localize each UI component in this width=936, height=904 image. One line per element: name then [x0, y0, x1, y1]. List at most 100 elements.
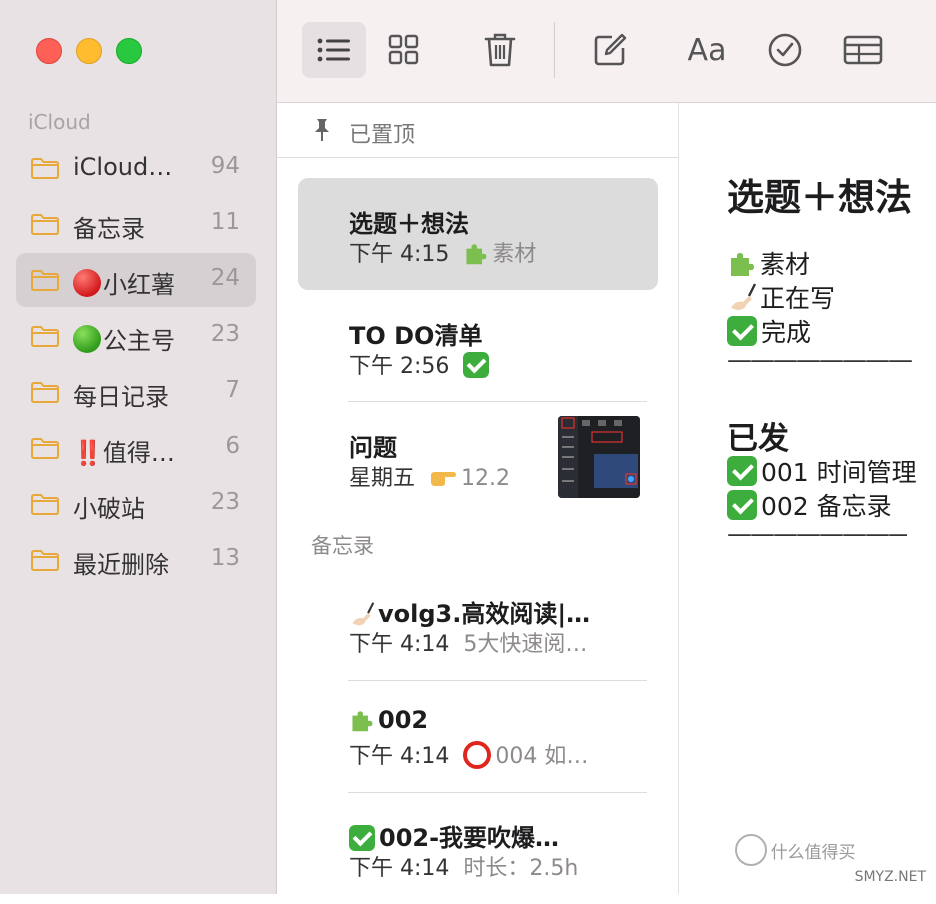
sidebar-folder-bilibili[interactable]: 小破站 23	[16, 477, 256, 531]
note-line: 完成	[727, 313, 811, 349]
note-preview: 5大快速阅…	[463, 632, 588, 657]
note-line-text: 001 时间管理	[761, 458, 917, 487]
minimize-window-button[interactable]	[76, 38, 102, 64]
note-title-text: 002	[378, 706, 429, 734]
sidebar-folder-count: 23	[210, 321, 240, 347]
note-time: 下午 4:15	[349, 242, 450, 267]
note-meta: 下午 4:14 004 如…	[349, 738, 588, 770]
trash-icon	[484, 33, 516, 67]
puzzle-icon	[466, 244, 487, 265]
checklist-button[interactable]	[753, 22, 817, 78]
note-title: 问题	[349, 434, 397, 462]
compose-icon	[594, 33, 627, 66]
sidebar-folder-name: 最近删除	[73, 551, 169, 579]
folder-icon	[31, 214, 59, 235]
folder-icon	[31, 438, 59, 459]
sidebar-folder-name: 公主号	[103, 327, 175, 355]
writing-hand-icon	[731, 283, 757, 310]
note-line: 素材	[727, 245, 810, 281]
check-mark-icon	[727, 490, 757, 520]
note-time: 下午 4:14	[349, 856, 450, 881]
zoom-window-button[interactable]	[116, 38, 142, 64]
delete-button[interactable]	[468, 22, 532, 78]
sidebar-folder-name: 每日记录	[73, 383, 169, 411]
toolbar-separator	[554, 22, 555, 78]
pinned-header: 已置顶	[277, 103, 678, 158]
sidebar-folder-icloud[interactable]: iCloud… 94	[16, 141, 256, 195]
sidebar-folder-name: iCloud…	[73, 153, 173, 181]
note-meta: 下午 4:14 时长：2.5h	[349, 850, 578, 882]
note-line: 001 时间管理	[727, 453, 917, 489]
note-rule: ————————	[727, 345, 913, 374]
check-mark-icon	[727, 456, 757, 486]
note-preview: 004 如…	[463, 741, 589, 769]
note-thumbnail	[558, 416, 640, 498]
note-line: 002 备忘录	[727, 487, 892, 523]
gallery-view-icon	[388, 34, 419, 65]
note-title: 002	[349, 706, 428, 734]
note-heading: 选题＋想法	[727, 176, 912, 219]
note-line-text: 002 备忘录	[761, 492, 892, 521]
note-item[interactable]: 002 下午 4:14 004 如…	[298, 680, 658, 792]
check-mark-icon	[349, 825, 375, 851]
table-icon	[843, 35, 883, 65]
sidebar-folder-daily[interactable]: 每日记录 7	[16, 365, 256, 419]
note-preview-text: 004 如…	[495, 744, 589, 769]
sidebar-folder-name: 备忘录	[73, 215, 145, 243]
note-time: 星期五	[349, 466, 416, 491]
note-time: 下午 4:14	[349, 744, 450, 769]
note-meta: 下午 2:56	[349, 348, 493, 380]
note-meta: 下午 4:15 素材	[349, 236, 536, 268]
sidebar-folder-name-wrap: ‼️值得…	[73, 433, 175, 468]
watermark-text: 什么值得买	[770, 843, 856, 863]
folder-icon	[31, 326, 59, 347]
note-preview	[463, 352, 493, 379]
note-title: 选题＋想法	[349, 210, 469, 238]
folder-icon	[31, 158, 59, 179]
sidebar-folder-gongzhuhao[interactable]: 公主号 23	[16, 309, 256, 363]
note-list: 已置顶 选题＋想法 下午 4:15 素材 TO DO清单 下午 2:56 问题 星…	[277, 103, 679, 894]
note-editor[interactable]: 选题＋想法 素材 正在写 完成 ———————— 已发 001 时间管理 002…	[679, 103, 936, 894]
puzzle-icon	[352, 711, 373, 732]
gallery-view-button[interactable]	[372, 22, 436, 78]
format-text-button[interactable]: Aa	[675, 22, 739, 78]
note-rule: ————————	[727, 519, 907, 548]
note-line-text: 完成	[761, 318, 812, 347]
note-item[interactable]: volg3.高效阅读|… 下午 4:14 5大快速阅…	[298, 568, 658, 680]
note-title-text: volg3.高效阅读|…	[378, 600, 591, 628]
folder-icon	[31, 270, 59, 291]
note-title-text: 002-我要吹爆…	[379, 824, 560, 852]
note-item-selected[interactable]: 选题＋想法 下午 4:15 素材	[298, 178, 658, 290]
red-circle-icon	[73, 269, 101, 297]
note-meta: 下午 4:14 5大快速阅…	[349, 626, 587, 658]
sidebar-folder-xiaohongshu[interactable]: 小红薯 24	[16, 253, 256, 307]
sidebar-folder-recently-deleted[interactable]: 最近删除 13	[16, 533, 256, 587]
note-time: 下午 4:14	[349, 632, 450, 657]
sidebar-folder-count: 7	[225, 377, 240, 403]
check-mark-icon	[463, 352, 490, 378]
check-mark-icon	[727, 316, 757, 346]
sidebar-folder-name: 值得…	[102, 439, 175, 467]
note-preview: 素材	[463, 242, 536, 267]
sidebar-folder-name: 小红薯	[103, 271, 175, 299]
pin-icon	[315, 119, 329, 141]
sidebar-folder-count: 24	[210, 265, 240, 291]
table-button[interactable]	[831, 22, 895, 78]
sidebar-folder-notes[interactable]: 备忘录 11	[16, 197, 256, 251]
note-line-text: 正在写	[760, 284, 836, 313]
compose-button[interactable]	[578, 22, 642, 78]
note-item[interactable]: 002-我要吹爆… 下午 4:14 时长：2.5h	[298, 792, 658, 904]
toolbar: Aa	[277, 0, 936, 103]
list-view-button[interactable]	[302, 22, 366, 78]
note-line-text: 素材	[760, 250, 811, 279]
note-line: 正在写	[727, 279, 835, 315]
close-window-button[interactable]	[36, 38, 62, 64]
format-text-icon: Aa	[687, 32, 727, 68]
folder-icon	[31, 494, 59, 515]
sidebar-folder-worth[interactable]: ‼️值得… 6	[16, 421, 256, 475]
note-title: volg3.高效阅读|…	[349, 594, 590, 629]
red-ring-icon	[463, 741, 492, 769]
green-circle-icon	[73, 325, 101, 353]
note-item[interactable]: TO DO清单 下午 2:56	[298, 290, 658, 402]
sidebar-folder-name-wrap: 小红薯	[73, 265, 175, 300]
